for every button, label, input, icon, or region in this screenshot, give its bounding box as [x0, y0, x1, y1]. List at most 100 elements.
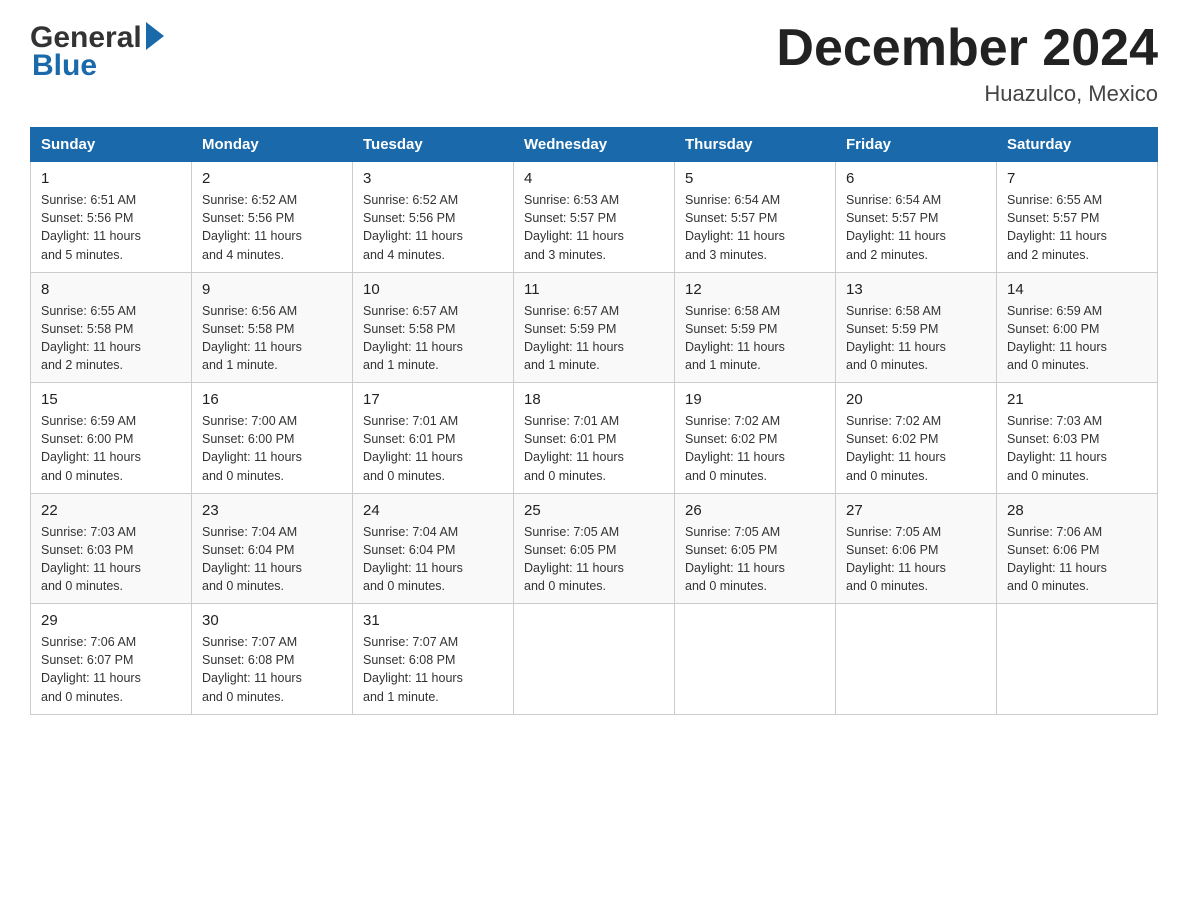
table-row: 23 Sunrise: 7:04 AM Sunset: 6:04 PM Dayl…	[192, 493, 353, 604]
day-number: 15	[41, 391, 181, 408]
day-number: 27	[846, 502, 986, 519]
table-row: 8 Sunrise: 6:55 AM Sunset: 5:58 PM Dayli…	[31, 272, 192, 383]
table-row: 1 Sunrise: 6:51 AM Sunset: 5:56 PM Dayli…	[31, 162, 192, 273]
table-row: 5 Sunrise: 6:54 AM Sunset: 5:57 PM Dayli…	[675, 162, 836, 273]
table-row: 30 Sunrise: 7:07 AM Sunset: 6:08 PM Dayl…	[192, 604, 353, 715]
table-row: 31 Sunrise: 7:07 AM Sunset: 6:08 PM Dayl…	[353, 604, 514, 715]
table-row: 22 Sunrise: 7:03 AM Sunset: 6:03 PM Dayl…	[31, 493, 192, 604]
day-info: Sunrise: 7:01 AM Sunset: 6:01 PM Dayligh…	[524, 412, 664, 485]
day-info: Sunrise: 6:59 AM Sunset: 6:00 PM Dayligh…	[41, 412, 181, 485]
day-number: 2	[202, 170, 342, 187]
page-header: General Blue December 2024 Huazulco, Mex…	[30, 20, 1158, 107]
table-row: 21 Sunrise: 7:03 AM Sunset: 6:03 PM Dayl…	[997, 383, 1158, 494]
table-row	[997, 604, 1158, 715]
day-info: Sunrise: 7:05 AM Sunset: 6:05 PM Dayligh…	[685, 523, 825, 596]
day-number: 30	[202, 612, 342, 629]
day-info: Sunrise: 6:54 AM Sunset: 5:57 PM Dayligh…	[685, 191, 825, 264]
col-saturday: Saturday	[997, 128, 1158, 162]
day-number: 9	[202, 281, 342, 298]
day-info: Sunrise: 6:55 AM Sunset: 5:57 PM Dayligh…	[1007, 191, 1147, 264]
day-number: 8	[41, 281, 181, 298]
table-row: 16 Sunrise: 7:00 AM Sunset: 6:00 PM Dayl…	[192, 383, 353, 494]
day-info: Sunrise: 7:03 AM Sunset: 6:03 PM Dayligh…	[1007, 412, 1147, 485]
logo: General Blue	[30, 20, 164, 83]
day-info: Sunrise: 7:00 AM Sunset: 6:00 PM Dayligh…	[202, 412, 342, 485]
table-row: 11 Sunrise: 6:57 AM Sunset: 5:59 PM Dayl…	[514, 272, 675, 383]
table-row: 24 Sunrise: 7:04 AM Sunset: 6:04 PM Dayl…	[353, 493, 514, 604]
table-row: 10 Sunrise: 6:57 AM Sunset: 5:58 PM Dayl…	[353, 272, 514, 383]
table-row: 20 Sunrise: 7:02 AM Sunset: 6:02 PM Dayl…	[836, 383, 997, 494]
day-number: 6	[846, 170, 986, 187]
calendar-week-row: 1 Sunrise: 6:51 AM Sunset: 5:56 PM Dayli…	[31, 162, 1158, 273]
day-number: 19	[685, 391, 825, 408]
day-number: 21	[1007, 391, 1147, 408]
table-row: 13 Sunrise: 6:58 AM Sunset: 5:59 PM Dayl…	[836, 272, 997, 383]
table-row	[675, 604, 836, 715]
day-number: 24	[363, 502, 503, 519]
day-info: Sunrise: 7:04 AM Sunset: 6:04 PM Dayligh…	[202, 523, 342, 596]
day-info: Sunrise: 6:56 AM Sunset: 5:58 PM Dayligh…	[202, 302, 342, 375]
calendar-title: December 2024	[776, 20, 1158, 77]
day-info: Sunrise: 6:53 AM Sunset: 5:57 PM Dayligh…	[524, 191, 664, 264]
col-wednesday: Wednesday	[514, 128, 675, 162]
day-number: 18	[524, 391, 664, 408]
table-row: 25 Sunrise: 7:05 AM Sunset: 6:05 PM Dayl…	[514, 493, 675, 604]
day-number: 16	[202, 391, 342, 408]
day-number: 13	[846, 281, 986, 298]
day-number: 22	[41, 502, 181, 519]
table-row: 9 Sunrise: 6:56 AM Sunset: 5:58 PM Dayli…	[192, 272, 353, 383]
calendar-subtitle: Huazulco, Mexico	[776, 81, 1158, 107]
table-row	[514, 604, 675, 715]
day-number: 7	[1007, 170, 1147, 187]
table-row: 15 Sunrise: 6:59 AM Sunset: 6:00 PM Dayl…	[31, 383, 192, 494]
day-info: Sunrise: 6:55 AM Sunset: 5:58 PM Dayligh…	[41, 302, 181, 375]
day-number: 11	[524, 281, 664, 298]
table-row: 18 Sunrise: 7:01 AM Sunset: 6:01 PM Dayl…	[514, 383, 675, 494]
day-number: 10	[363, 281, 503, 298]
table-row: 7 Sunrise: 6:55 AM Sunset: 5:57 PM Dayli…	[997, 162, 1158, 273]
day-info: Sunrise: 7:07 AM Sunset: 6:08 PM Dayligh…	[363, 633, 503, 706]
day-info: Sunrise: 6:52 AM Sunset: 5:56 PM Dayligh…	[202, 191, 342, 264]
day-number: 29	[41, 612, 181, 629]
calendar-week-row: 29 Sunrise: 7:06 AM Sunset: 6:07 PM Dayl…	[31, 604, 1158, 715]
day-info: Sunrise: 7:02 AM Sunset: 6:02 PM Dayligh…	[685, 412, 825, 485]
table-row: 4 Sunrise: 6:53 AM Sunset: 5:57 PM Dayli…	[514, 162, 675, 273]
day-info: Sunrise: 6:57 AM Sunset: 5:58 PM Dayligh…	[363, 302, 503, 375]
col-thursday: Thursday	[675, 128, 836, 162]
day-number: 20	[846, 391, 986, 408]
day-number: 5	[685, 170, 825, 187]
calendar-table: Sunday Monday Tuesday Wednesday Thursday…	[30, 127, 1158, 715]
day-info: Sunrise: 6:59 AM Sunset: 6:00 PM Dayligh…	[1007, 302, 1147, 375]
table-row: 17 Sunrise: 7:01 AM Sunset: 6:01 PM Dayl…	[353, 383, 514, 494]
day-info: Sunrise: 7:07 AM Sunset: 6:08 PM Dayligh…	[202, 633, 342, 706]
day-info: Sunrise: 7:01 AM Sunset: 6:01 PM Dayligh…	[363, 412, 503, 485]
day-number: 23	[202, 502, 342, 519]
day-number: 14	[1007, 281, 1147, 298]
calendar-header-row: Sunday Monday Tuesday Wednesday Thursday…	[31, 128, 1158, 162]
col-sunday: Sunday	[31, 128, 192, 162]
day-number: 26	[685, 502, 825, 519]
day-info: Sunrise: 7:04 AM Sunset: 6:04 PM Dayligh…	[363, 523, 503, 596]
calendar-week-row: 8 Sunrise: 6:55 AM Sunset: 5:58 PM Dayli…	[31, 272, 1158, 383]
day-info: Sunrise: 6:51 AM Sunset: 5:56 PM Dayligh…	[41, 191, 181, 264]
day-info: Sunrise: 6:57 AM Sunset: 5:59 PM Dayligh…	[524, 302, 664, 375]
table-row	[836, 604, 997, 715]
day-info: Sunrise: 7:05 AM Sunset: 6:05 PM Dayligh…	[524, 523, 664, 596]
day-info: Sunrise: 6:54 AM Sunset: 5:57 PM Dayligh…	[846, 191, 986, 264]
table-row: 28 Sunrise: 7:06 AM Sunset: 6:06 PM Dayl…	[997, 493, 1158, 604]
day-info: Sunrise: 7:02 AM Sunset: 6:02 PM Dayligh…	[846, 412, 986, 485]
title-block: December 2024 Huazulco, Mexico	[776, 20, 1158, 107]
col-tuesday: Tuesday	[353, 128, 514, 162]
day-number: 4	[524, 170, 664, 187]
day-number: 17	[363, 391, 503, 408]
day-number: 28	[1007, 502, 1147, 519]
day-number: 31	[363, 612, 503, 629]
day-info: Sunrise: 7:05 AM Sunset: 6:06 PM Dayligh…	[846, 523, 986, 596]
table-row: 19 Sunrise: 7:02 AM Sunset: 6:02 PM Dayl…	[675, 383, 836, 494]
day-info: Sunrise: 6:58 AM Sunset: 5:59 PM Dayligh…	[685, 302, 825, 375]
day-number: 1	[41, 170, 181, 187]
col-monday: Monday	[192, 128, 353, 162]
day-number: 12	[685, 281, 825, 298]
day-number: 25	[524, 502, 664, 519]
col-friday: Friday	[836, 128, 997, 162]
